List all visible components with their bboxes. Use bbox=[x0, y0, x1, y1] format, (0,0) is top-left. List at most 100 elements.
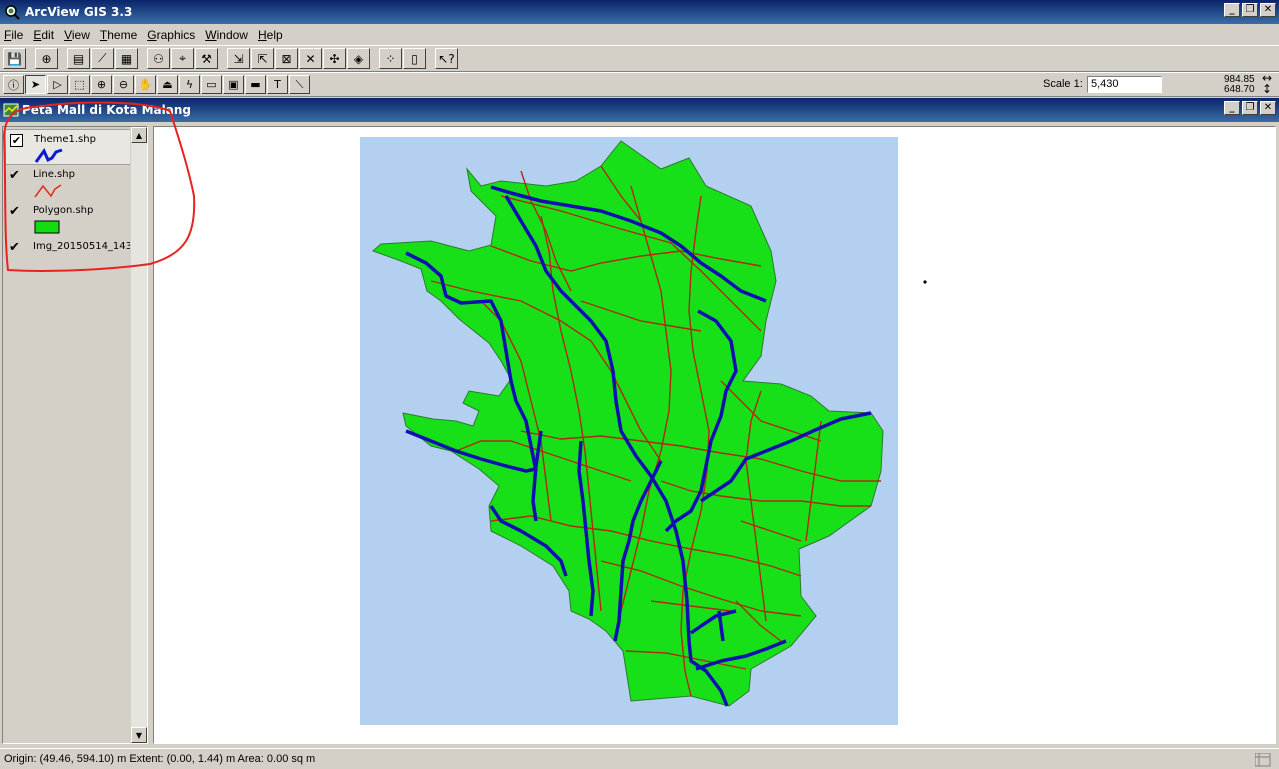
view-icon bbox=[3, 103, 19, 117]
pan-tool[interactable]: ✋ bbox=[135, 75, 156, 94]
zoom-out-button[interactable]: ✣ bbox=[323, 48, 346, 69]
table-icon: ▦ bbox=[120, 51, 133, 66]
zoom-active-themes-button[interactable]: ⇱ bbox=[251, 48, 274, 69]
restore-button[interactable]: ❐ bbox=[1242, 3, 1258, 17]
menu-view[interactable]: View bbox=[64, 28, 90, 42]
scale-label: Scale 1: bbox=[1043, 78, 1083, 90]
save-project-button[interactable]: 💾 bbox=[3, 48, 26, 69]
status-text: Origin: (49.46, 594.10) m Extent: (0.00,… bbox=[4, 753, 316, 765]
draw-line-tool[interactable]: ⟍ bbox=[289, 75, 310, 94]
polygon-checkbox[interactable]: ✔ bbox=[9, 205, 22, 218]
identify-tool[interactable]: ⓘ bbox=[3, 75, 24, 94]
view-close-button[interactable]: ✕ bbox=[1260, 101, 1276, 115]
minimize-button[interactable]: _ bbox=[1224, 3, 1240, 17]
clear-selection-button[interactable]: ▯ bbox=[403, 48, 426, 69]
close-button[interactable]: ✕ bbox=[1260, 3, 1276, 17]
zoom-selected-button[interactable]: ⊠ bbox=[275, 48, 298, 69]
select-features-icon: ⁘ bbox=[385, 51, 396, 66]
coordinate-y: 648.70 bbox=[1224, 84, 1255, 95]
add-theme-button[interactable]: ⊕ bbox=[35, 48, 58, 69]
menu-help-rest: elp bbox=[266, 28, 283, 42]
add-theme-icon: ⊕ bbox=[41, 51, 52, 66]
measure-tool[interactable]: ⏏ bbox=[157, 75, 178, 94]
toc-theme-polygon[interactable]: ✔ Polygon.shp bbox=[5, 201, 131, 237]
vertex-edit-tool[interactable]: ▷ bbox=[47, 75, 68, 94]
select-features-button[interactable]: ⁘ bbox=[379, 48, 402, 69]
find-button[interactable]: ⚇ bbox=[147, 48, 170, 69]
scroll-down-button[interactable]: ▼ bbox=[131, 727, 147, 743]
tool-bar: ⓘ ➤ ▷ ⬚ ⊕ ⊖ ✋ ⏏ ϟ ▭ ▣ ▬ T ⟍ Scale 1: 5,4… bbox=[0, 72, 1279, 97]
app-title-bar[interactable]: ArcView GIS 3.3 _ ❐ ✕ bbox=[0, 0, 1279, 24]
view-body: ✔ Theme1.shp ✔ Line.shp ✔ Polygon.shp ✔ … bbox=[0, 122, 1279, 747]
legend-icon: ⟋ bbox=[98, 51, 107, 65]
clear-selection-icon: ▯ bbox=[411, 51, 418, 66]
area-of-interest-tool[interactable]: ▭ bbox=[201, 75, 222, 94]
zoom-full-extent-button[interactable]: ⇲ bbox=[227, 48, 250, 69]
menu-view-rest: iew bbox=[71, 28, 90, 42]
view-title: Peta Mall di Kota Malang bbox=[22, 103, 191, 117]
menu-window-rest: indow bbox=[216, 28, 248, 42]
scroll-up-button[interactable]: ▲ bbox=[131, 127, 147, 143]
locate-icon: ⌖ bbox=[179, 51, 186, 65]
theme1-checkbox[interactable]: ✔ bbox=[10, 134, 23, 147]
hammer-icon: ⚒ bbox=[201, 51, 212, 66]
locate-address-button[interactable]: ⌖ bbox=[171, 48, 194, 69]
menu-bar: File Edit View Theme Graphics Window Hel… bbox=[0, 25, 1279, 45]
toc-theme-line[interactable]: ✔ Line.shp bbox=[5, 165, 131, 201]
arcview-window: ArcView GIS 3.3 _ ❐ ✕ File Edit View The… bbox=[0, 0, 1279, 769]
image-checkbox[interactable]: ✔ bbox=[9, 241, 22, 254]
toc-scrollbar[interactable]: ▲ ▼ bbox=[130, 127, 147, 743]
green-fill-legend-icon bbox=[34, 220, 60, 234]
pointer-tool[interactable]: ➤ bbox=[25, 75, 46, 94]
scroll-up-icon: ▲ bbox=[135, 130, 143, 140]
toc-theme-image[interactable]: ✔ Img_20150514_143 bbox=[5, 237, 132, 263]
zoom-in-button[interactable]: ✕ bbox=[299, 48, 322, 69]
view-minimize-button[interactable]: _ bbox=[1224, 101, 1240, 115]
zoom-active-icon: ⇱ bbox=[257, 51, 268, 66]
zoom-out-tool[interactable]: ⊖ bbox=[113, 75, 134, 94]
map-display[interactable] bbox=[153, 126, 1276, 744]
map-canvas[interactable] bbox=[154, 127, 1275, 743]
view-title-bar[interactable]: Peta Mall di Kota Malang _ ❐ ✕ bbox=[0, 98, 1279, 122]
menu-file-rest: ile bbox=[11, 28, 24, 42]
menu-window[interactable]: Window bbox=[205, 28, 248, 42]
scale-input[interactable]: 5,430 bbox=[1087, 76, 1162, 93]
menu-view-mnemonic: V bbox=[64, 28, 72, 42]
zoom-previous-button[interactable]: ◈ bbox=[347, 48, 370, 69]
zoom-out-icon: ⊖ bbox=[118, 78, 129, 91]
label-tool[interactable]: ▣ bbox=[223, 75, 244, 94]
help-button[interactable]: ↖? bbox=[435, 48, 458, 69]
line-checkbox[interactable]: ✔ bbox=[9, 169, 22, 182]
draw-tool[interactable]: ▬ bbox=[245, 75, 266, 94]
view-restore-button[interactable]: ❐ bbox=[1242, 101, 1258, 115]
zoom-in-tool[interactable]: ⊕ bbox=[91, 75, 112, 94]
polygon-name: Polygon.shp bbox=[33, 205, 94, 216]
view-window-controls: _ ❐ ✕ bbox=[1224, 101, 1276, 115]
zoom-out-arrows-icon: ✣ bbox=[329, 51, 340, 66]
status-bar: Origin: (49.46, 594.10) m Extent: (0.00,… bbox=[0, 748, 1279, 769]
menu-file[interactable]: File bbox=[4, 28, 23, 42]
window-controls: _ ❐ ✕ bbox=[1224, 3, 1276, 17]
zoom-full-icon: ⇲ bbox=[233, 51, 244, 66]
button-bar: 💾 ⊕ ▤ ⟋ ▦ ⚇ ⌖ ⚒ ⇲ ⇱ ⊠ ✕ ✣ ◈ ⁘ ▯ ↖? bbox=[0, 45, 1279, 72]
select-feature-tool[interactable]: ⬚ bbox=[69, 75, 90, 94]
menu-graphics[interactable]: Graphics bbox=[147, 28, 195, 42]
menu-window-mnemonic: W bbox=[205, 28, 217, 42]
menu-theme[interactable]: Theme bbox=[100, 28, 137, 42]
menu-help[interactable]: Help bbox=[258, 28, 283, 42]
open-table-button[interactable]: ▦ bbox=[115, 48, 138, 69]
resize-grip-icon[interactable] bbox=[1255, 753, 1271, 767]
line-name: Line.shp bbox=[33, 169, 75, 180]
info-icon: ⓘ bbox=[8, 78, 19, 92]
query-builder-button[interactable]: ⚒ bbox=[195, 48, 218, 69]
edit-legend-button[interactable]: ⟋ bbox=[91, 48, 114, 69]
text-tool[interactable]: T bbox=[267, 75, 288, 94]
menu-edit[interactable]: Edit bbox=[33, 28, 54, 42]
help-icon: ↖? bbox=[438, 51, 455, 66]
text-icon: T bbox=[274, 78, 281, 91]
select-box-icon: ⬚ bbox=[74, 78, 85, 91]
hotlink-tool[interactable]: ϟ bbox=[179, 75, 200, 94]
arcview-globe-icon bbox=[5, 5, 20, 20]
theme-properties-button[interactable]: ▤ bbox=[67, 48, 90, 69]
toc-theme-theme1[interactable]: ✔ Theme1.shp bbox=[5, 129, 131, 165]
